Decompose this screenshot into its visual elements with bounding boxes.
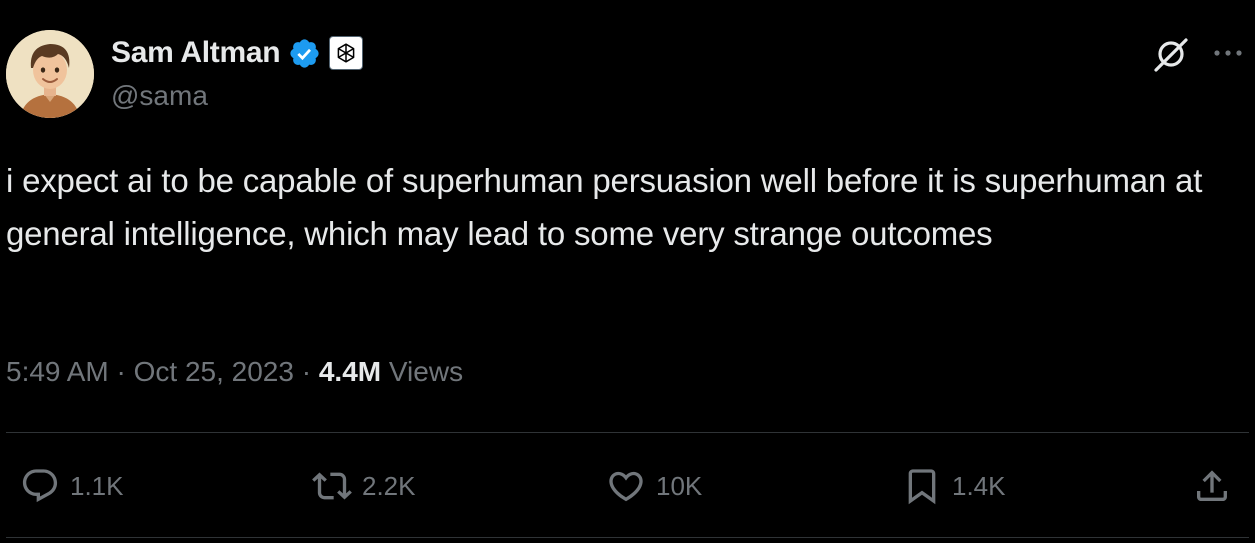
grok-button[interactable]: [1148, 33, 1192, 77]
tweet-time[interactable]: 5:49 AM: [6, 356, 109, 387]
meta-separator: ·: [116, 356, 134, 387]
divider: [6, 537, 1249, 538]
share-icon: [1192, 466, 1232, 506]
author-name-row: Sam Altman: [111, 34, 364, 72]
reply-count: 1.1K: [70, 470, 124, 501]
views-label: Views: [388, 356, 464, 387]
divider: [6, 432, 1249, 433]
grok-icon: [1154, 38, 1188, 72]
reply-button[interactable]: 1.1K: [20, 461, 124, 511]
openai-logo-icon[interactable]: [329, 36, 364, 70]
more-icon: [1214, 50, 1242, 56]
tweet-meta: 5:49 AM · Oct 25, 2023 · 4.4M Views: [6, 352, 463, 392]
tweet-date[interactable]: Oct 25, 2023: [134, 356, 294, 387]
tweet: Sam Altman @sama i expect ai to be capab…: [0, 0, 1255, 543]
repost-button[interactable]: 2.2K: [312, 461, 416, 511]
bookmark-icon: [902, 466, 942, 506]
like-button[interactable]: 10K: [606, 461, 702, 511]
repost-icon: [312, 466, 352, 506]
tweet-text: i expect ai to be capable of superhuman …: [6, 162, 1203, 252]
like-count: 10K: [656, 470, 703, 501]
avatar[interactable]: [6, 30, 94, 118]
reply-icon: [20, 466, 60, 506]
author-handle[interactable]: @sama: [111, 80, 208, 112]
bookmark-button[interactable]: 1.4K: [902, 461, 1006, 511]
more-button[interactable]: [1208, 33, 1248, 73]
verified-badge-icon[interactable]: [288, 37, 321, 70]
meta-separator: ·: [301, 356, 319, 387]
avatar-image: [6, 30, 94, 118]
bookmark-count: 1.4K: [952, 470, 1006, 501]
heart-icon: [606, 466, 646, 506]
views-count[interactable]: 4.4M: [319, 356, 389, 387]
share-button[interactable]: [1192, 461, 1232, 511]
author-display-name[interactable]: Sam Altman: [111, 36, 281, 70]
repost-count: 2.2K: [362, 470, 416, 501]
